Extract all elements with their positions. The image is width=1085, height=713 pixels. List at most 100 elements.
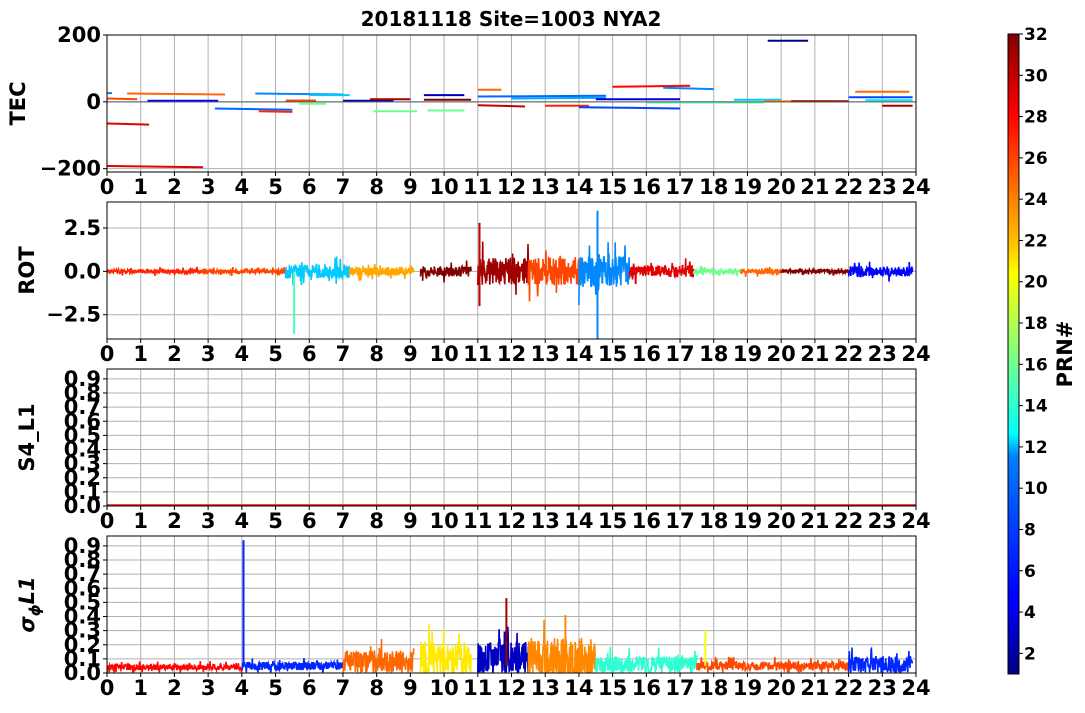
x-tick-label: 13 — [531, 509, 560, 533]
x-tick-label: 14 — [564, 509, 593, 533]
x-tick-label: 1 — [133, 342, 148, 366]
x-tick-label: 9 — [403, 509, 418, 533]
x-tick-label: 18 — [699, 342, 728, 366]
x-tick-label: 16 — [632, 175, 661, 199]
x-tick-label: 17 — [665, 175, 694, 199]
x-tick-label: 24 — [901, 175, 930, 199]
x-tick-label: 8 — [369, 175, 384, 199]
series-line-prn-10 — [511, 96, 606, 100]
x-tick-label: 8 — [369, 509, 384, 533]
x-tick-label: 21 — [800, 509, 829, 533]
colorbar-label: PRN# — [1053, 321, 1077, 388]
x-tick-label: 8 — [369, 676, 384, 700]
y-tick-label: 0.0 — [64, 259, 101, 283]
colorbar-tick-label: 18 — [1024, 314, 1048, 334]
series-line-prn-30 — [477, 104, 526, 108]
x-tick-label: 20 — [767, 175, 796, 199]
colorbar-gradient — [1007, 33, 1020, 675]
x-tick-label: 1 — [133, 676, 148, 700]
x-tick-label: 9 — [403, 175, 418, 199]
x-tick-label: 12 — [497, 509, 526, 533]
series-line-prn-28 — [612, 84, 691, 88]
x-tick-label: 10 — [429, 175, 458, 199]
colorbar-tick-label: 30 — [1024, 66, 1048, 86]
y-tick-label: 0.9 — [64, 367, 101, 391]
series-line-prn-26 — [107, 97, 138, 101]
x-tick-label: 15 — [598, 342, 627, 366]
series-line-prn-29 — [107, 165, 204, 169]
colorbar-tick-label: 22 — [1024, 231, 1048, 251]
y-axis-label: S4_L1 — [15, 403, 39, 471]
series-line-prn-29 — [107, 122, 150, 126]
x-tick-label: 6 — [302, 676, 317, 700]
colorbar-tick-label: 10 — [1024, 479, 1048, 499]
x-tick-label: 23 — [868, 676, 897, 700]
colorbar-tick-label: 28 — [1024, 108, 1048, 128]
y-tick-label: 200 — [57, 23, 101, 47]
x-tick-label: 7 — [336, 342, 351, 366]
x-tick-label: 10 — [429, 342, 458, 366]
x-tick-label: 19 — [733, 676, 762, 700]
x-tick-label: 18 — [699, 509, 728, 533]
x-tick-label: 9 — [403, 676, 418, 700]
x-tick-label: 15 — [598, 676, 627, 700]
colorbar-tick-label: 6 — [1024, 562, 1036, 582]
x-tick-label: 14 — [564, 676, 593, 700]
colorbar-tick-label: 4 — [1024, 603, 1036, 623]
x-tick-label: 19 — [733, 175, 762, 199]
x-tick-label: 5 — [268, 509, 283, 533]
colorbar-tick-label: 20 — [1024, 273, 1048, 293]
colorbar-tick-label: 12 — [1024, 438, 1048, 458]
x-tick-label: 5 — [268, 676, 283, 700]
x-tick-label: 11 — [463, 175, 492, 199]
x-tick-label: 14 — [564, 342, 593, 366]
x-tick-label: 24 — [901, 676, 930, 700]
x-tick-label: 23 — [868, 175, 897, 199]
x-tick-label: 4 — [235, 676, 250, 700]
x-tick-label: 12 — [497, 175, 526, 199]
x-tick-label: 11 — [463, 676, 492, 700]
colorbar-tick-label: 26 — [1024, 149, 1048, 169]
x-tick-label: 7 — [336, 676, 351, 700]
y-axis-label: ROT — [15, 246, 39, 295]
x-tick-label: 22 — [834, 175, 863, 199]
panel-3: 0 1 2 3 4 5 6 7 8 9 10 11 12 13 14 15 16 17 18 19 20 21 22 23 24… — [15, 367, 931, 533]
x-tick-label: 22 — [834, 676, 863, 700]
x-tick-label: 12 — [497, 676, 526, 700]
x-tick-label: 15 — [598, 509, 627, 533]
x-tick-label: 2 — [167, 676, 182, 700]
x-tick-label: 21 — [800, 175, 829, 199]
x-tick-label: 8 — [369, 342, 384, 366]
x-tick-label: 0 — [100, 509, 115, 533]
x-tick-label: 11 — [463, 509, 492, 533]
y-tick-label: 0.9 — [64, 534, 101, 558]
x-tick-label: 0 — [100, 342, 115, 366]
series-line-prn-9 — [663, 86, 714, 91]
x-tick-label: 1 — [133, 175, 148, 199]
x-tick-label: 23 — [868, 342, 897, 366]
x-tick-label: 6 — [302, 342, 317, 366]
x-tick-label: 19 — [733, 342, 762, 366]
x-tick-label: 13 — [531, 175, 560, 199]
x-tick-label: 3 — [201, 175, 216, 199]
panel-1: 0 1 2 3 4 5 6 7 8 9 10 11 12 13 14 15 16 17 18 19 20 21 22 23 24… — [6, 23, 931, 199]
x-tick-label: 4 — [235, 175, 250, 199]
x-tick-label: 22 — [834, 509, 863, 533]
x-tick-label: 24 — [901, 342, 930, 366]
x-tick-label: 4 — [235, 342, 250, 366]
chart-title: 20181118 Site=1003 NYA2 — [361, 7, 662, 31]
x-tick-label: 1 — [133, 509, 148, 533]
series-line-prn-7 — [578, 106, 681, 110]
x-tick-label: 4 — [235, 509, 250, 533]
y-tick-label: 2.5 — [64, 216, 101, 240]
colorbar-tick-label: 16 — [1024, 355, 1048, 375]
x-tick-label: 5 — [268, 342, 283, 366]
x-tick-label: 23 — [868, 509, 897, 533]
x-tick-label: 0 — [100, 175, 115, 199]
colorbar-tick-label: 24 — [1024, 190, 1048, 210]
x-tick-label: 15 — [598, 175, 627, 199]
panel-2: 0 1 2 3 4 5 6 7 8 9 10 11 12 13 14 15 16 17 18 19 20 21 22 23 24… — [15, 201, 931, 366]
x-tick-label: 12 — [497, 342, 526, 366]
colorbar-tick-label: 32 — [1024, 25, 1048, 45]
x-tick-label: 3 — [201, 342, 216, 366]
